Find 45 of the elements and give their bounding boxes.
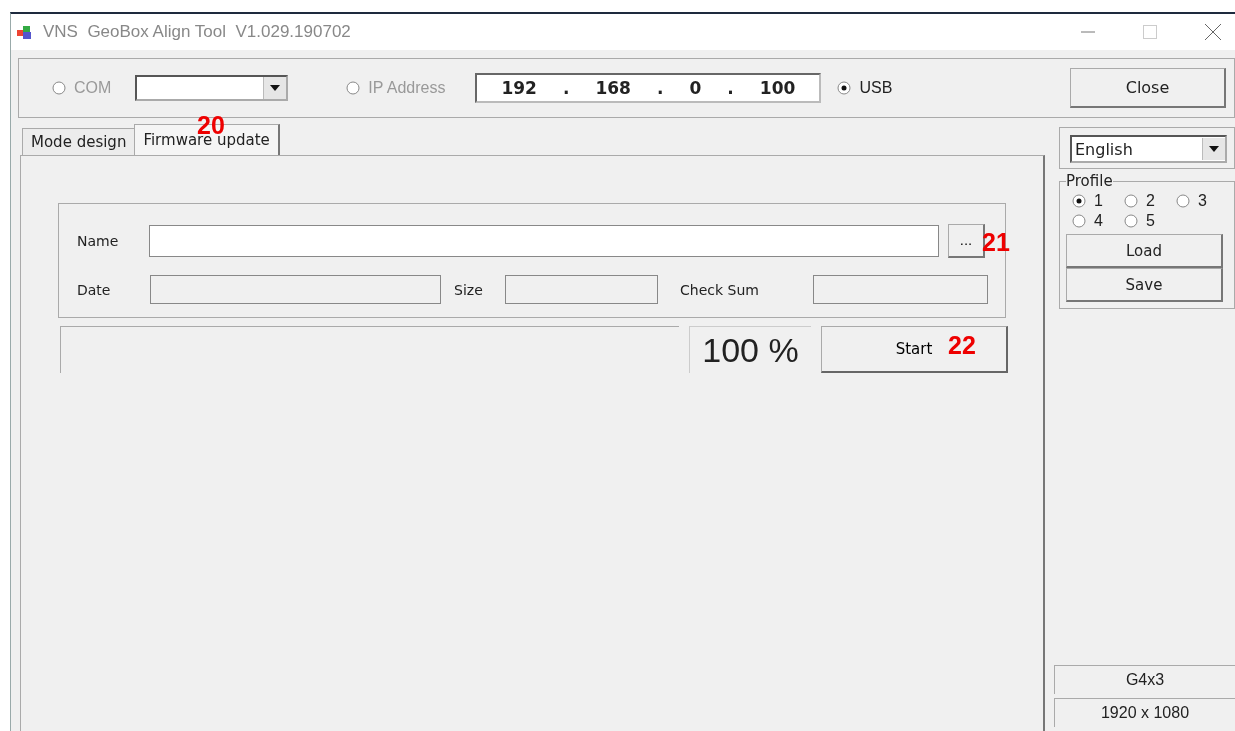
caret-icon [270, 85, 281, 91]
close-button[interactable]: Close [1070, 68, 1226, 108]
radio-button[interactable] [837, 81, 852, 95]
com-port-dropdown[interactable] [135, 75, 289, 101]
radio-button[interactable] [1176, 194, 1190, 208]
callout-number: 22 [948, 331, 976, 360]
field-label: Date [77, 281, 112, 298]
radio-button[interactable] [1124, 194, 1138, 208]
radio-label: 3 [1198, 192, 1207, 210]
radio-button[interactable] [1072, 194, 1086, 208]
ip-separator: . [562, 78, 570, 98]
ip-separator: . [657, 78, 664, 98]
tab[interactable]: Mode design [22, 128, 136, 155]
radio-button[interactable] [1124, 214, 1138, 228]
app-logo-icon [17, 24, 33, 40]
percent-readout: 100 % [689, 326, 811, 373]
caret-icon [1209, 146, 1219, 152]
name-input-field[interactable] [149, 225, 939, 257]
group-title: Profile [1066, 172, 1113, 190]
maximize-icon[interactable] [1143, 25, 1157, 39]
field-label: Name [77, 233, 120, 249]
radio-label: 5 [1146, 212, 1155, 230]
save-button[interactable]: Save [1066, 268, 1223, 302]
callout-number: 21 [982, 228, 1010, 257]
ip-octet: 168 [595, 78, 631, 98]
status-readout: 1920 x 1080 [1054, 698, 1235, 727]
field-label: Check Sum [680, 281, 760, 298]
ip-separator: . [727, 78, 734, 98]
radio-label: USB [859, 79, 893, 97]
ip-octet: 192 [501, 78, 537, 98]
radio-button[interactable] [1072, 214, 1086, 228]
close-icon[interactable] [1205, 24, 1221, 40]
radio-label: IP Address [368, 79, 446, 97]
load-button[interactable]: Load [1066, 234, 1223, 268]
ip-octet: 100 [759, 78, 796, 98]
language-dropdown[interactable]: English [1070, 135, 1227, 163]
radio-label: 2 [1146, 192, 1155, 210]
window-title: VNS GeoBox Align Tool V1.029.190702 [43, 22, 352, 42]
radio-label: 4 [1094, 212, 1103, 230]
radio-label: COM [74, 79, 112, 97]
status-readout: G4x3 [1054, 665, 1235, 694]
radio-label: 1 [1094, 192, 1103, 210]
ip-octet: 0 [689, 78, 702, 98]
ip-address-field[interactable]: 192 . 168 . 0 . 100 [475, 73, 822, 103]
field-label: Size [454, 281, 484, 298]
